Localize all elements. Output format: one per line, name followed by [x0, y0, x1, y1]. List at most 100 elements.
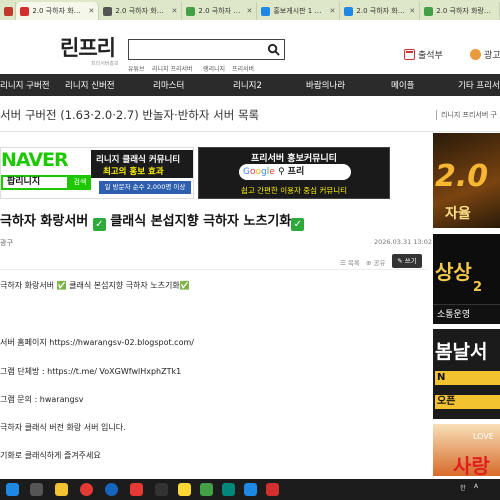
list-button[interactable]: ☰ 목록	[340, 257, 360, 267]
tab-title: 2.0 극하자 화랑서버	[436, 7, 495, 15]
browser-tab-strip: 2.0 극하자 화랑서버 ✕ 2.0 극하자 화랑서버 ✕ 2.0 극하자 화랑…	[0, 0, 500, 20]
nav-item[interactable]: 바람의나라	[306, 79, 345, 91]
browser-tab[interactable]: 홍보게시판 1 페이지 > 우리 ✕	[257, 2, 341, 20]
search-input[interactable]	[128, 39, 285, 60]
browser-tab[interactable]	[0, 2, 17, 20]
write-button[interactable]: ✎ 쓰기	[392, 254, 422, 268]
naver-ad-line2: 최고의 홍보 효과	[103, 167, 164, 177]
ad-label: 광고	[484, 51, 500, 61]
windows-start-icon[interactable]	[6, 483, 19, 496]
sidebar-ad-banner[interactable]: 상상 2 소통운영	[433, 234, 500, 324]
breadcrumb[interactable]: 리니지 프리서버 구	[436, 110, 497, 120]
tab-close-icon[interactable]: ✕	[246, 7, 252, 15]
tab-title: 홍보게시판 1 페이지 > 우리	[273, 7, 328, 15]
app-icon[interactable]	[222, 483, 235, 496]
app-icon[interactable]	[155, 483, 168, 496]
post-title: 극하자 화랑서버 ✓ 클래식 본섭지향 극하자 노츠기화 ✓	[0, 210, 305, 231]
browser-tab[interactable]: 2.0 극하자 화랑서버	[420, 2, 500, 20]
file-explorer-icon[interactable]	[55, 483, 68, 496]
checkin-link[interactable]: 출석부	[404, 48, 443, 61]
promo-magnifier-icon: ⚲	[277, 167, 285, 177]
tab-favicon-icon	[186, 6, 196, 16]
promo-ad-search: Google ⚲ 프리	[239, 164, 351, 180]
site-logo[interactable]: 린프리	[60, 32, 116, 62]
search-icon[interactable]	[30, 483, 43, 496]
sidebar-ad-row: 오픈	[435, 395, 500, 409]
quick-link[interactable]: 랭리니지	[203, 64, 225, 73]
quick-link[interactable]: 유튜브	[128, 64, 145, 73]
tab-favicon-icon	[344, 6, 354, 16]
browser-tab-active[interactable]: 2.0 극하자 화랑서버 ✕	[16, 2, 100, 20]
promo-ad-banner[interactable]: 프리서버 홍보커뮤니티 Google ⚲ 프리 쉽고 간편한 이용자 중심 커뮤…	[198, 147, 390, 199]
board-titlebar: 서버 구버전 (1.63·2.0·2.7) 반놀자·반하자 서버 목록 리니지 …	[0, 96, 500, 132]
app-icon[interactable]	[266, 483, 279, 496]
tab-title: 2.0 극하자 화랑서버	[198, 7, 244, 15]
browser-tab[interactable]: 2.0 극하자 화랑서버 ✕	[99, 2, 183, 20]
browser-tab[interactable]: 2.0 극하자 화랑서버 ✕	[340, 2, 421, 20]
language-indicator[interactable]: A	[474, 483, 478, 490]
check-icon: ✓	[92, 218, 106, 231]
naver-ad-search: 팝리니지	[1, 175, 69, 190]
ime-indicator[interactable]: 한	[460, 483, 466, 492]
app-icon[interactable]	[200, 483, 213, 496]
nav-item[interactable]: 리니지 신버전	[65, 79, 115, 91]
sidebar-ad-banner[interactable]: 봄날서 N 오픈	[433, 329, 500, 419]
edge-icon[interactable]	[244, 483, 257, 496]
naver-logo: NAVER	[1, 149, 69, 171]
naver-ad-banner[interactable]: NAVER 리니지 클래식 커뮤니티 최고의 홍보 효과 팝리니지 검색 일 방…	[0, 147, 194, 199]
naver-ad-line1: 리니지 클래식 커뮤니티	[96, 155, 181, 165]
list-label: 목록	[347, 259, 360, 267]
ad-link[interactable]: 광고	[470, 48, 500, 61]
nav-item[interactable]: 리니지2	[233, 79, 262, 91]
sidebar-ad-heading: 사랑	[453, 454, 490, 476]
sidebar-ad-label: 소통운영	[437, 310, 471, 320]
post-date: 2026.03.31 13:02	[374, 238, 433, 246]
sidebar-ad-heading: 봄날서	[435, 341, 488, 363]
tab-title: 2.0 극하자 화랑서버	[356, 7, 407, 15]
app-icon[interactable]	[105, 483, 118, 496]
sidebar-ad-text: 2	[473, 280, 483, 295]
post-body-line: 그램 문의 : hwarangsv	[0, 395, 84, 404]
tab-close-icon[interactable]: ✕	[172, 7, 178, 15]
share-label: 공유	[373, 259, 386, 267]
promo-ad-subtitle: 쉽고 간편한 이용자 중심 커뮤니티	[240, 186, 348, 195]
nav-item[interactable]: 리니지 구버전	[0, 79, 50, 91]
tab-favicon-icon	[4, 6, 13, 16]
sidebar-ad-text: LOVE	[473, 432, 494, 441]
main-nav: 리니지 구버전 리니지 신버전 리마스터 리니지2 바람의나라 메이플 기타 프…	[0, 74, 500, 96]
sidebar-ad-row: N	[435, 371, 500, 385]
search-icon[interactable]	[267, 43, 280, 56]
post-toolbar: ☰ 목록 ⊕ 공유 ✎ 쓰기	[0, 252, 428, 270]
tab-title: 2.0 극하자 화랑서버	[115, 7, 170, 15]
post-body-line[interactable]: 그램 단체방 : https://t.me/ VoXGWfwlHxphZTk1	[0, 366, 181, 377]
post-body-line: 극하자 화랑서버 ✅ 클래식 본섭지향 극하자 노츠기화✅	[0, 281, 190, 290]
nav-item[interactable]: 메이플	[391, 79, 414, 91]
tab-close-icon[interactable]: ✕	[89, 7, 95, 15]
sidebar-ad-banner[interactable]: LOVE 사랑	[433, 424, 500, 476]
kakaotalk-icon[interactable]	[178, 483, 191, 496]
app-icon[interactable]	[130, 483, 143, 496]
browser-tab[interactable]: 2.0 극하자 화랑서버 ✕	[182, 2, 258, 20]
site-logo-subtitle: 프리서버홍보	[91, 61, 119, 67]
chrome-icon[interactable]	[80, 483, 93, 496]
sidebar-ad-text: 자율	[445, 206, 471, 222]
post-body-line: 기화로 클래식하게 즐겨주세요	[0, 451, 101, 460]
check-icon: ✓	[291, 218, 305, 231]
tab-close-icon[interactable]: ✕	[330, 7, 336, 15]
nav-item[interactable]: 리마스터	[153, 79, 184, 91]
write-label: 쓰기	[404, 257, 417, 265]
ad-icon	[470, 49, 481, 60]
post-author[interactable]: 광구	[0, 238, 13, 248]
checkin-label: 출석부	[418, 51, 443, 61]
promo-ad-title: 프리서버 홍보커뮤니티	[251, 154, 337, 164]
tab-close-icon[interactable]: ✕	[409, 7, 415, 15]
post-title-part: 클래식 본섭지향 극하자 노츠기화	[110, 214, 292, 229]
sidebar-ad-banner[interactable]: 2.0 화 자율	[433, 133, 500, 228]
tab-favicon-icon	[261, 6, 271, 16]
post-body-line[interactable]: 서버 홈페이지 https://hwarangsv-02.blogspot.co…	[0, 337, 194, 348]
nav-item[interactable]: 기타 프리서버	[458, 79, 500, 91]
sidebar-ad-heading: 상상	[435, 260, 472, 284]
share-button[interactable]: ⊕ 공유	[366, 257, 385, 267]
quick-link[interactable]: 프리서버	[232, 64, 254, 73]
quick-link[interactable]: 리니지 프리서버	[152, 64, 193, 73]
